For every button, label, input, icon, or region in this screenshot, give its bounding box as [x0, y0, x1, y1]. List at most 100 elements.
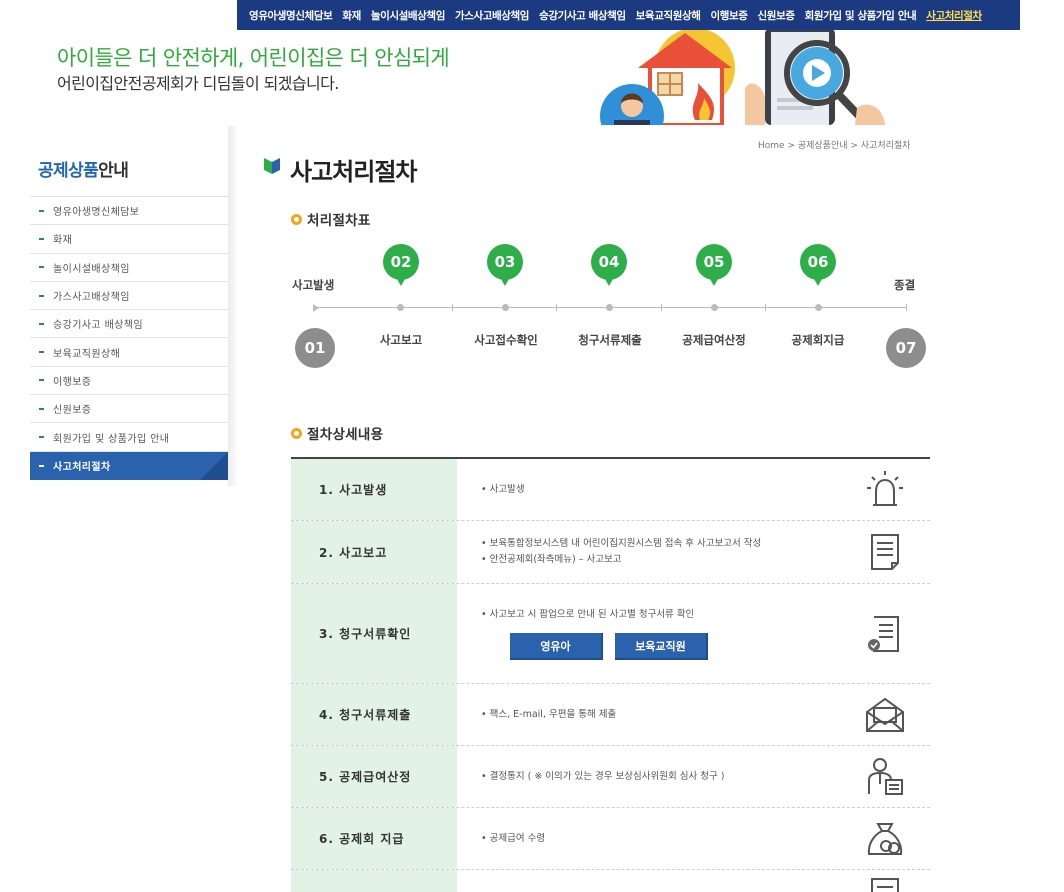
row-text: • 사고보고 시 팝업으로 안내 된 사고별 청구서류 확인	[481, 609, 695, 620]
top-navigation: 영유아생명신체담보 화재 놀이시설배상책임 가스사고배상책임 승강기사고 배상책…	[237, 0, 1020, 30]
row-content: • 팩스, E-mail, 우편을 통해 제출	[457, 684, 930, 745]
sidebar-shadow	[228, 126, 238, 486]
step-dot	[606, 304, 613, 311]
page-title: 사고처리절차	[290, 158, 417, 186]
sidebar-item-staff-injury[interactable]: 보육교직원상해	[30, 338, 228, 367]
bullet-dash-icon	[39, 237, 44, 240]
sidebar-item-fire[interactable]: 화재	[30, 225, 228, 254]
orange-circle-bullet-icon	[291, 213, 302, 225]
sidebar-item-label: 영유아생명신체담보	[53, 207, 140, 219]
siren-icon	[864, 469, 906, 511]
row-content: • 사고발생	[457, 459, 930, 520]
sidebar-item-label: 회원가입 및 상품가입 안내	[53, 433, 170, 445]
process-flow: 사고발생 종결 02 03 04 05 06 01 07 사고보고 사고접수확인…	[290, 240, 935, 380]
sidebar-item-performance-bond[interactable]: 이행보증	[30, 367, 228, 396]
flow-section-title-text: 처리절차표	[307, 213, 371, 229]
table-row: 4. 청구서류제출 • 팩스, E-mail, 우편을 통해 제출	[291, 684, 930, 746]
topnav-item-fire[interactable]: 화재	[342, 8, 361, 23]
mail-icon	[864, 694, 906, 736]
topnav-item-membership-guide[interactable]: 회원가입 및 상품가입 안내	[805, 8, 917, 23]
bullet-dash-icon	[39, 351, 44, 354]
step-label: 청구서류제출	[578, 333, 642, 347]
bullet-dash-icon	[39, 209, 44, 212]
topnav-item-performance-bond[interactable]: 이행보증	[711, 8, 748, 23]
bullet-dash-icon	[39, 322, 44, 325]
bullet-dash-icon	[39, 407, 44, 410]
table-row: 2. 사고보고 • 보육통합정보시스템 내 어린이집지원시스템 접속 후 사고보…	[291, 521, 930, 584]
row-text: • 공제급여 수령	[481, 832, 546, 844]
row-text: • 안전공제회(좌측메뉴) – 사고보고	[481, 554, 622, 565]
topnav-item-elevator-liability[interactable]: 승강기사고 배상책임	[539, 8, 626, 23]
step-02-pin: 02	[383, 244, 419, 292]
sidebar-item-label: 보육교직원상해	[53, 348, 121, 360]
row-content: • 공제급여 수령	[457, 808, 930, 869]
bullet-dash-icon	[39, 294, 44, 297]
step-dot	[711, 304, 718, 311]
topnav-item-gas-liability[interactable]: 가스사고배상책임	[455, 8, 529, 23]
bullet-dash-icon	[39, 464, 44, 467]
sidebar-item-membership-guide[interactable]: 회원가입 및 상품가입 안내	[30, 423, 228, 452]
row-title	[291, 870, 457, 892]
sidebar-item-gas-liability[interactable]: 가스사고배상책임	[30, 282, 228, 311]
sidebar-item-label: 화재	[53, 235, 73, 247]
topnav-item-accident-process[interactable]: 사고처리절차	[926, 8, 982, 23]
topnav-item-staff-injury[interactable]: 보육교직원상해	[636, 8, 701, 23]
flow-section-title: 처리절차표	[291, 209, 371, 229]
document-icon	[864, 531, 906, 573]
sidebar-title-rest: 안내	[98, 161, 129, 181]
sidebar-item-label: 승강기사고 배상책임	[53, 320, 143, 332]
checked-document-icon	[864, 613, 906, 655]
table-row: 5. 공제급여산정 • 결정통지 ( ※ 이의가 있는 경우 보상심사위원회 심…	[291, 746, 930, 808]
banner-subheadline: 어린이집안전공제회가 디딤돌이 되겠습니다.	[57, 74, 339, 93]
house-fire-illustration	[600, 28, 740, 125]
table-row: 1. 사고발생 • 사고발생	[291, 459, 930, 521]
phone-search-illustration	[745, 28, 905, 125]
step-end-circle: 07	[886, 328, 926, 368]
table-row: 3. 청구서류확인 • 사고보고 시 팝업으로 안내 된 사고별 청구서류 확인…	[291, 584, 930, 684]
document-icon	[864, 875, 906, 892]
row-text: • 보육통합정보시스템 내 어린이집지원시스템 접속 후 사고보고서 작성	[481, 538, 762, 549]
row-text: • 사고발생	[481, 483, 525, 495]
sidebar-item-playground-liability[interactable]: 놀이시설배상책임	[30, 254, 228, 282]
flow-start-label: 사고발생	[292, 278, 335, 292]
row-title: 1. 사고발생	[291, 459, 457, 520]
step-05-pin: 05	[696, 244, 732, 292]
flow-start-arrow-icon	[313, 304, 319, 312]
infant-claim-button[interactable]: 영유아	[510, 633, 603, 660]
sidebar-item-fidelity-bond[interactable]: 신원보증	[30, 395, 228, 424]
page-title-icon	[263, 157, 281, 175]
sidebar-item-label: 가스사고배상책임	[53, 292, 130, 304]
topnav-item-playground-liability[interactable]: 놀이시설배상책임	[371, 8, 445, 23]
flow-divider	[452, 304, 453, 311]
sidebar-menu: 영유아생명신체담보 화재 놀이시설배상책임 가스사고배상책임 승강기사고 배상책…	[30, 196, 228, 480]
row-title: 3. 청구서류확인	[291, 584, 457, 683]
row-text: • 팩스, E-mail, 우편을 통해 제출	[481, 708, 617, 720]
step-03-pin: 03	[487, 244, 523, 292]
reviewer-icon	[864, 756, 906, 798]
step-04-pin: 04	[591, 244, 627, 292]
flow-divider	[765, 304, 766, 311]
step-dot	[397, 304, 404, 311]
sidebar-item-infant-life[interactable]: 영유아생명신체담보	[30, 197, 228, 226]
sidebar-item-elevator-liability[interactable]: 승강기사고 배상책임	[30, 310, 228, 339]
staff-claim-button[interactable]: 보육교직원	[615, 633, 708, 660]
sidebar-title-highlight: 공제상품	[38, 161, 99, 181]
step-label: 사고접수확인	[474, 333, 538, 347]
detail-table: 1. 사고발생 • 사고발생 2. 사고보고 • 보육통합정보시스템 내 어린이…	[291, 457, 930, 892]
row-text: • 결정통지 ( ※ 이의가 있는 경우 보상심사위원회 심사 청구 )	[481, 770, 725, 782]
step-label: 공제회지급	[791, 333, 845, 347]
row-content: • 사고보고 시 팝업으로 안내 된 사고별 청구서류 확인 영유아 보육교직원	[457, 584, 930, 683]
sidebar-item-label: 사고처리절차	[53, 462, 111, 474]
orange-circle-bullet-icon	[291, 427, 302, 439]
row-title: 4. 청구서류제출	[291, 684, 457, 745]
row-content: • 보육통합정보시스템 내 어린이집지원시스템 접속 후 사고보고서 작성 • …	[457, 521, 930, 583]
row-title: 2. 사고보고	[291, 521, 457, 583]
step-dot	[502, 304, 509, 311]
row-content	[457, 870, 930, 892]
topnav-item-infant-life[interactable]: 영유아생명신체담보	[249, 8, 333, 23]
detail-section-title-text: 절차상세내용	[307, 427, 384, 443]
sidebar-item-accident-process[interactable]: 사고처리절차	[30, 451, 228, 480]
flow-divider	[556, 304, 557, 311]
topnav-item-fidelity-bond[interactable]: 신원보증	[758, 8, 795, 23]
step-dot	[815, 304, 822, 311]
